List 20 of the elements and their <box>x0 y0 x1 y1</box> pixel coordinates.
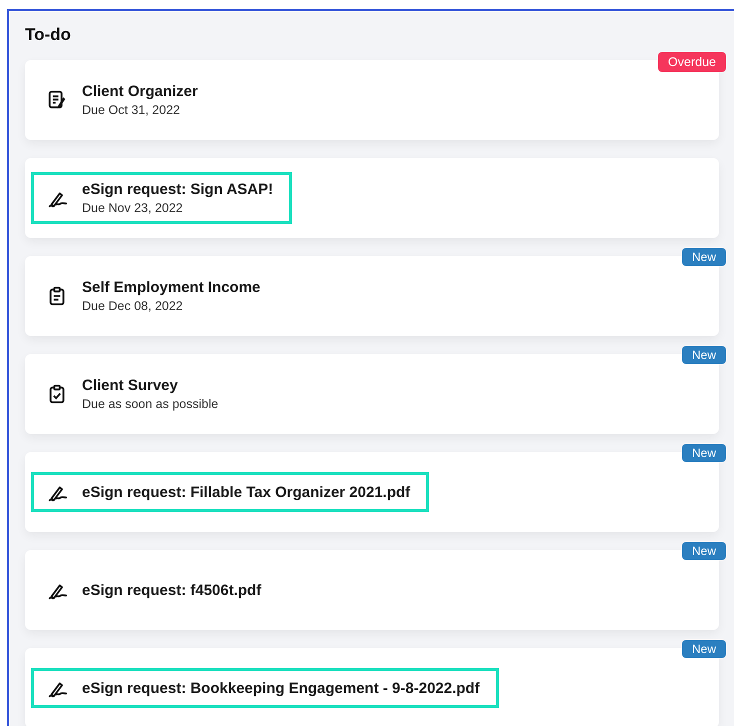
document-pen-icon <box>46 89 68 111</box>
status-badge: Overdue <box>658 52 726 72</box>
task-title: eSign request: Bookkeeping Engagement - 9-8-2022.pdf <box>82 680 480 696</box>
status-badge: New <box>682 346 726 364</box>
due-date: Due as soon as possible <box>82 397 218 411</box>
due-date: Due Oct 31, 2022 <box>82 103 181 117</box>
status-badge: New <box>682 640 726 658</box>
due-date: Due Dec 08, 2022 <box>82 299 184 313</box>
due-date: Due Nov 23, 2022 <box>82 201 184 215</box>
task-title: eSign request: f4506t.pdf <box>82 582 262 598</box>
panel-title: To-do <box>25 25 72 45</box>
task-title: eSign request: Fillable Tax Organizer 2021.pdf <box>82 484 410 500</box>
task-title: Self Employment Income <box>82 279 260 296</box>
task-title: eSign request: Sign ASAP! <box>82 181 274 198</box>
task-title: Client Survey <box>82 377 179 394</box>
task-card[interactable]: eSign request: Sign ASAP! Due Nov 23, 2022 <box>25 158 719 238</box>
task-title: Client Organizer <box>82 83 198 100</box>
status-badge: New <box>682 542 726 560</box>
status-badge: New <box>682 444 726 462</box>
status-badge: New <box>682 248 726 266</box>
